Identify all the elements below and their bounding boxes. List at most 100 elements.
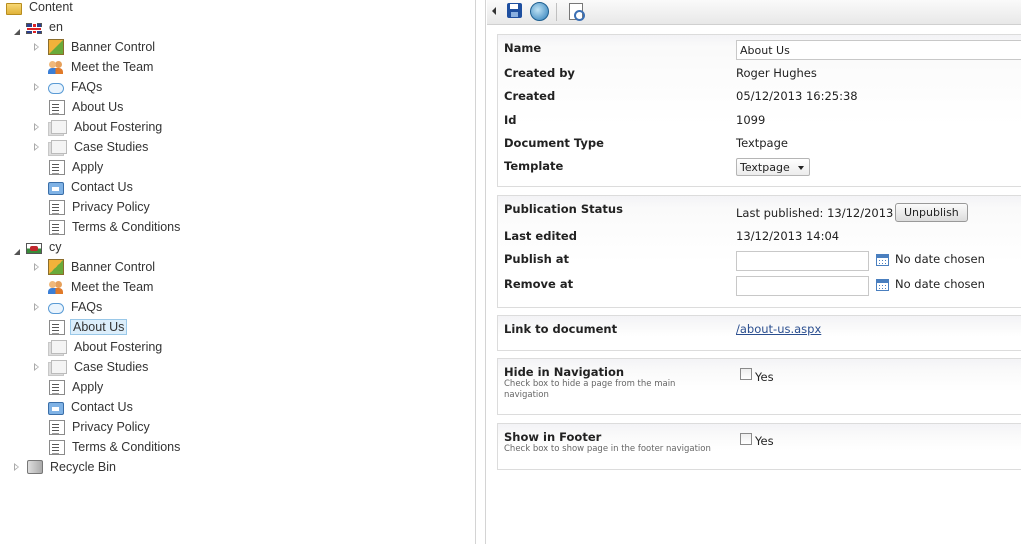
expand-arrow-icon[interactable] bbox=[34, 303, 39, 311]
tree-label: Meet the Team bbox=[71, 60, 154, 74]
tree-label: FAQs bbox=[71, 300, 103, 314]
grey-document-icon bbox=[51, 140, 67, 154]
show-in-footer-checkbox[interactable] bbox=[740, 433, 752, 445]
name-input[interactable]: About Us bbox=[736, 40, 1021, 60]
document-icon bbox=[49, 219, 65, 235]
content-tree: Content en cy Recycle Bin Banner Control… bbox=[0, 0, 476, 544]
tree-label: Terms & Conditions bbox=[72, 220, 181, 234]
tree-node[interactable]: Meet the Team bbox=[34, 57, 155, 77]
hide-in-navigation-label: Hide in Navigation bbox=[504, 365, 625, 379]
contact-icon bbox=[48, 181, 64, 195]
collapse-arrow-icon[interactable] bbox=[14, 29, 20, 35]
preview-icon[interactable] bbox=[569, 3, 585, 21]
tree-node[interactable]: Privacy Policy bbox=[34, 417, 152, 437]
publish-at-input[interactable] bbox=[736, 251, 869, 271]
tree-label: Banner Control bbox=[71, 260, 156, 274]
toolbar-divider bbox=[556, 3, 557, 21]
tree-node[interactable]: Case Studies bbox=[34, 357, 150, 377]
created-value: 05/12/2013 16:25:38 bbox=[736, 89, 858, 103]
tree-node[interactable]: Terms & Conditions bbox=[34, 217, 182, 237]
tree-label: Content bbox=[29, 0, 73, 14]
id-value: 1099 bbox=[736, 113, 766, 127]
tree-node[interactable]: Terms & Conditions bbox=[34, 437, 182, 457]
template-select[interactable]: Textpage bbox=[736, 158, 810, 176]
document-icon bbox=[49, 99, 65, 115]
tree-node[interactable]: FAQs bbox=[34, 77, 104, 97]
expand-arrow-icon[interactable] bbox=[34, 123, 39, 131]
document-type-value: Textpage bbox=[736, 136, 788, 150]
expand-arrow-icon[interactable] bbox=[14, 463, 19, 471]
tree-node-recycle-bin[interactable]: Recycle Bin bbox=[14, 457, 118, 477]
show-in-footer-option: Yes bbox=[755, 434, 774, 448]
id-label: Id bbox=[504, 113, 517, 127]
hide-in-navigation-option: Yes bbox=[755, 370, 774, 384]
tree-node-content[interactable]: Content bbox=[6, 0, 75, 17]
expand-arrow-icon[interactable] bbox=[34, 263, 39, 271]
hide-in-navigation-checkbox[interactable] bbox=[740, 368, 752, 380]
tree-node[interactable]: Apply bbox=[34, 377, 105, 397]
expand-arrow-icon[interactable] bbox=[34, 43, 39, 51]
name-label: Name bbox=[504, 41, 542, 55]
tree-node-en[interactable]: en bbox=[14, 17, 65, 37]
tree-node[interactable]: Banner Control bbox=[34, 37, 157, 57]
last-edited-value: 13/12/2013 14:04 bbox=[736, 229, 840, 243]
document-icon bbox=[49, 199, 65, 215]
save-icon[interactable] bbox=[507, 3, 522, 18]
save-and-publish-icon[interactable] bbox=[530, 2, 549, 21]
tree-label: About Fostering bbox=[74, 120, 163, 134]
banner-icon bbox=[48, 39, 64, 55]
tree-node[interactable]: FAQs bbox=[34, 297, 104, 317]
publish-at-label: Publish at bbox=[504, 252, 570, 266]
tree-label: cy bbox=[49, 240, 62, 254]
remove-at-label: Remove at bbox=[504, 277, 574, 291]
tree-node[interactable]: Apply bbox=[34, 157, 105, 177]
document-icon bbox=[49, 319, 65, 335]
expand-arrow-icon[interactable] bbox=[34, 143, 39, 151]
tree-node-cy[interactable]: cy bbox=[14, 237, 64, 257]
tree-label: About Us bbox=[72, 100, 124, 114]
banner-icon bbox=[48, 259, 64, 275]
collapse-arrow-icon[interactable] bbox=[14, 249, 20, 255]
tree-node[interactable]: Privacy Policy bbox=[34, 197, 152, 217]
tree-node[interactable]: About Fostering bbox=[34, 117, 164, 137]
tree-node[interactable]: Meet the Team bbox=[34, 277, 155, 297]
tree-node[interactable]: About Us bbox=[34, 317, 128, 337]
calendar-icon[interactable] bbox=[876, 254, 889, 266]
last-edited-label: Last edited bbox=[504, 229, 577, 243]
tree-node[interactable]: Banner Control bbox=[34, 257, 157, 277]
last-published-value: Last published: 13/12/2013 bbox=[736, 206, 894, 220]
faq-icon bbox=[48, 302, 64, 314]
unpublish-button[interactable]: Unpublish bbox=[895, 203, 968, 222]
editor-toolbar bbox=[487, 0, 1021, 25]
collapse-tree-icon[interactable] bbox=[492, 7, 496, 15]
link-to-document-label: Link to document bbox=[504, 322, 618, 336]
tree-node[interactable]: About Us bbox=[34, 97, 125, 117]
calendar-icon[interactable] bbox=[876, 279, 889, 291]
created-by-label: Created by bbox=[504, 66, 575, 80]
tree-node[interactable]: Case Studies bbox=[34, 137, 150, 157]
expand-arrow-icon[interactable] bbox=[34, 363, 39, 371]
document-link[interactable]: /about-us.aspx bbox=[736, 322, 821, 336]
tree-label: About Fostering bbox=[74, 340, 163, 354]
remove-at-input[interactable] bbox=[736, 276, 869, 296]
remove-at-status: No date chosen bbox=[895, 277, 985, 291]
tree-label: Apply bbox=[72, 380, 104, 394]
tree-node[interactable]: About Fostering bbox=[34, 337, 164, 357]
expand-arrow-icon[interactable] bbox=[34, 83, 39, 91]
pane-splitter[interactable] bbox=[476, 0, 486, 544]
show-in-footer-description: Check box to show page in the footer nav… bbox=[504, 444, 711, 454]
tree-node[interactable]: Contact Us bbox=[34, 397, 135, 417]
tree-node[interactable]: Contact Us bbox=[34, 177, 135, 197]
document-icon bbox=[49, 159, 65, 175]
grey-document-icon bbox=[51, 120, 67, 134]
created-by-value: Roger Hughes bbox=[736, 66, 817, 80]
created-label: Created bbox=[504, 89, 556, 103]
